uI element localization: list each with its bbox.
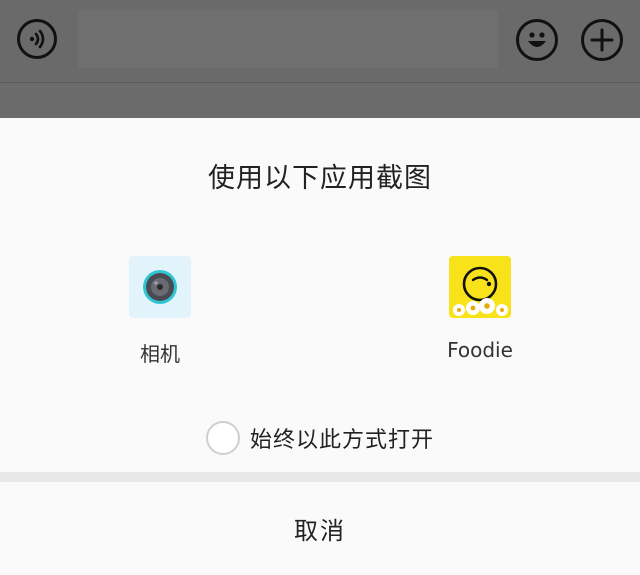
camera-app-icon xyxy=(129,256,191,318)
cancel-button[interactable]: 取消 xyxy=(0,482,640,575)
emoji-icon[interactable] xyxy=(516,19,558,61)
app-label-camera: 相机 xyxy=(140,342,180,366)
message-input xyxy=(78,10,498,68)
always-open-option[interactable]: 始终以此方式打开 xyxy=(0,418,640,458)
app-foodie[interactable]: Foodie xyxy=(420,256,540,362)
share-chooser-sheet: 使用以下应用截图 相机 Foodie 始终以此方式打开 取消 xyxy=(0,118,640,575)
voice-icon[interactable] xyxy=(17,19,57,59)
foodie-app-icon xyxy=(449,256,511,318)
plus-icon[interactable] xyxy=(581,19,623,61)
always-open-radio[interactable] xyxy=(205,421,240,455)
always-open-label: 始终以此方式打开 xyxy=(249,428,434,453)
sheet-title: 使用以下应用截图 xyxy=(208,163,432,194)
divider xyxy=(0,472,640,482)
dimmed-chat-toolbar xyxy=(0,0,640,118)
app-camera[interactable]: 相机 xyxy=(100,256,220,367)
app-label-foodie: Foodie xyxy=(447,338,513,362)
